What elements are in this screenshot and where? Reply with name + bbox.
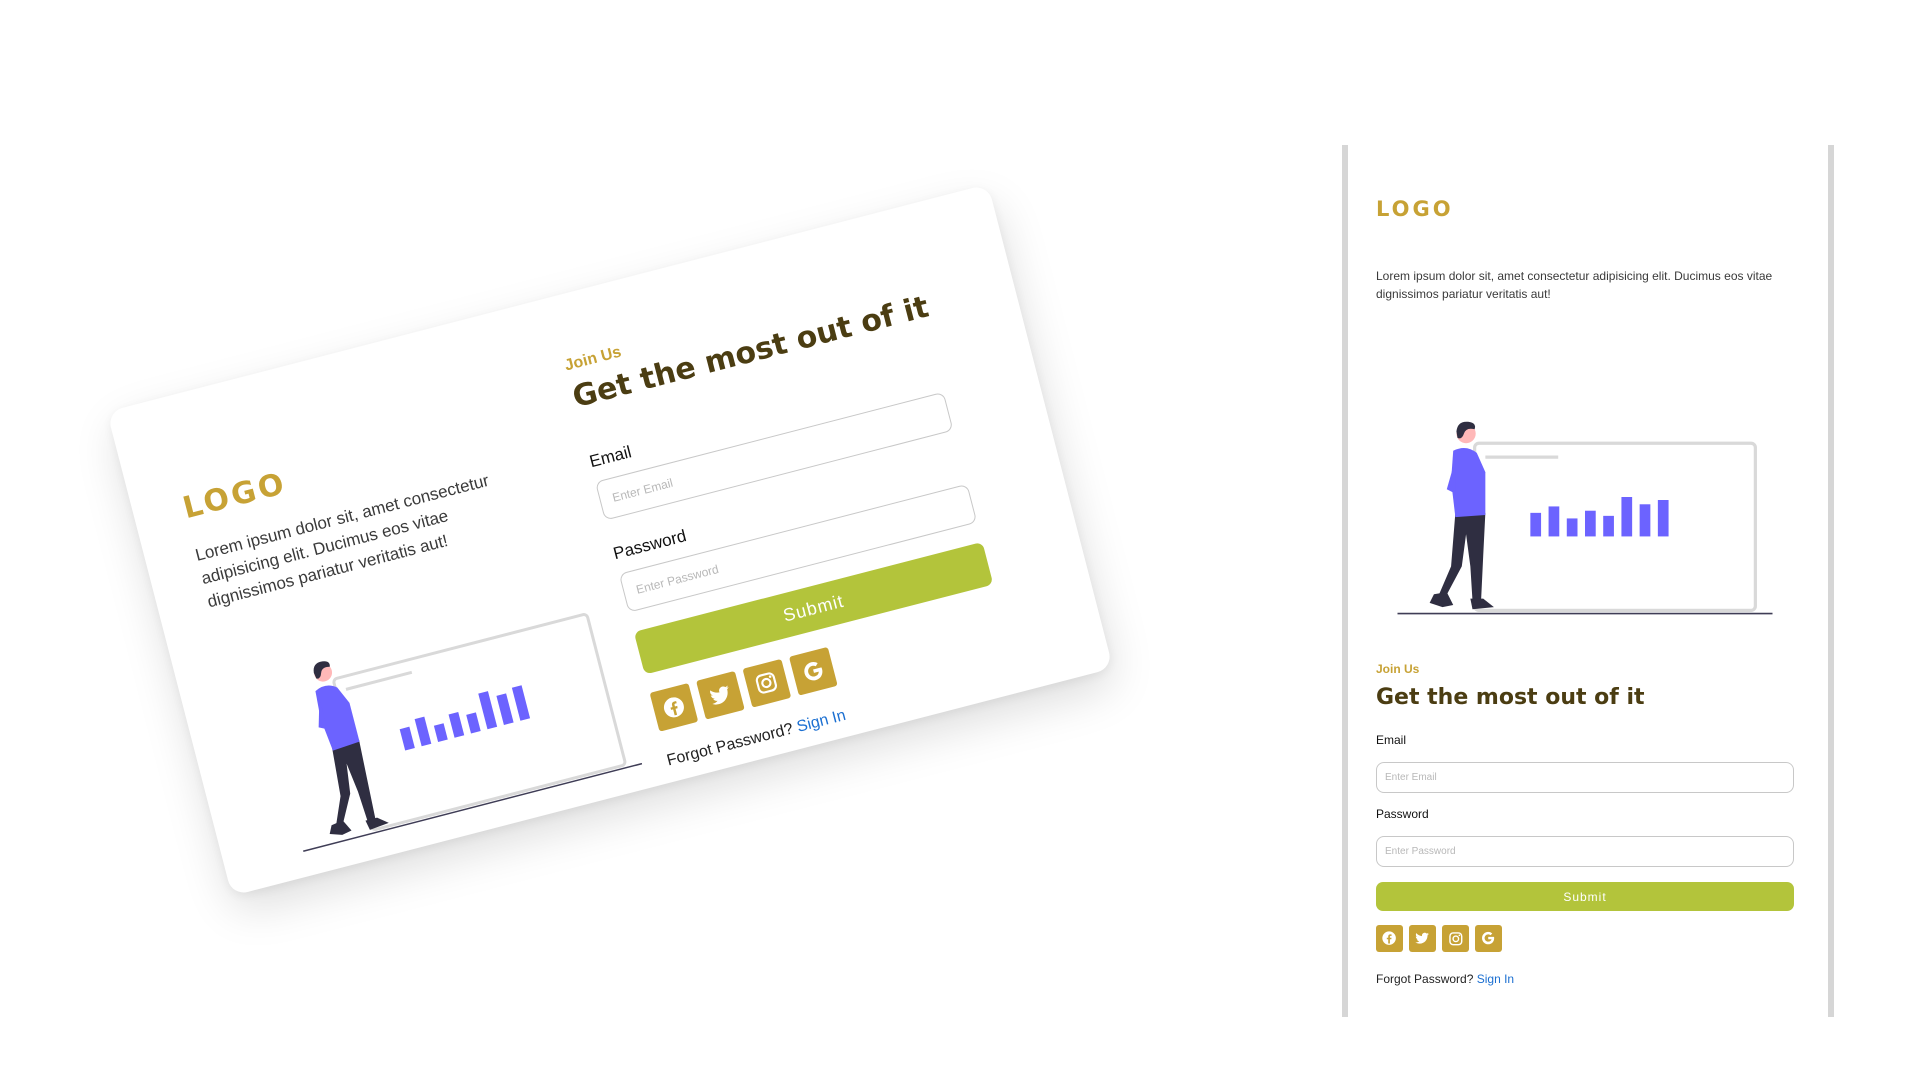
eyebrow-join-us: Join Us: [1376, 662, 1420, 676]
person-shoe-left: [1429, 592, 1454, 608]
twitter-icon: [696, 671, 745, 720]
laptop-screen: [1473, 441, 1757, 612]
instagram-button[interactable]: [742, 658, 792, 708]
illustration-svg: [302, 613, 643, 852]
chart-bar: [1585, 510, 1596, 537]
twitter-icon: [1409, 925, 1436, 952]
facebook-icon: [1376, 925, 1403, 952]
person-legs: [1438, 512, 1486, 601]
password-input[interactable]: [1376, 836, 1794, 867]
person-arm: [1446, 459, 1456, 494]
email-label: Email: [587, 442, 634, 472]
facebook-button[interactable]: [1376, 925, 1403, 952]
forgot-password-row: Forgot Password? Sign In: [1376, 972, 1514, 986]
social-buttons: [1376, 925, 1502, 952]
chart-bar: [1603, 515, 1614, 537]
sign-in-link[interactable]: Sign In: [795, 707, 847, 736]
chart-bar: [1639, 504, 1651, 537]
google-button[interactable]: [1475, 925, 1502, 952]
person-with-chart-illustration: [1376, 395, 1794, 620]
email-input[interactable]: [1376, 762, 1794, 793]
chart-bar: [1530, 512, 1542, 537]
mobile-preview-frame: LOGO Lorem ipsum dolor sit, amet consect…: [1342, 145, 1834, 1017]
chart-bar: [1548, 506, 1560, 537]
chart-bar: [1621, 497, 1633, 537]
chart-bar: [1657, 500, 1669, 537]
illustration-svg: [1397, 421, 1773, 615]
facebook-button[interactable]: [649, 682, 699, 732]
instagram-icon: [743, 659, 792, 708]
submit-button[interactable]: Submit: [1376, 882, 1794, 911]
form-headline: Get the most out of it: [568, 289, 933, 416]
google-icon: [1475, 925, 1502, 952]
brand-description: Lorem ipsum dolor sit, amet consectetur …: [1376, 269, 1773, 301]
instagram-button[interactable]: [1442, 925, 1469, 952]
laptop-screen: [332, 613, 627, 831]
person-with-chart-illustration: [251, 564, 644, 860]
desktop-login-card: LOGO Lorem ipsum dolor sit, amet consect…: [106, 184, 1114, 896]
form-headline: Get the most out of it: [1376, 685, 1645, 710]
google-button[interactable]: [788, 646, 838, 696]
chart-bar: [1566, 518, 1578, 537]
facebook-icon: [650, 683, 699, 732]
logo: LOGO: [1376, 197, 1454, 221]
email-label: Email: [1376, 733, 1407, 747]
sign-in-link[interactable]: Sign In: [1477, 972, 1514, 986]
password-label: Password: [1376, 807, 1429, 821]
forgot-password-text: Forgot Password?: [1376, 972, 1474, 986]
twitter-button[interactable]: [696, 670, 745, 720]
twitter-button[interactable]: [1409, 925, 1436, 952]
logo: LOGO: [179, 465, 291, 527]
instagram-icon: [1442, 925, 1469, 952]
forgot-password-text: Forgot Password?: [665, 720, 796, 770]
google-icon: [789, 647, 838, 696]
